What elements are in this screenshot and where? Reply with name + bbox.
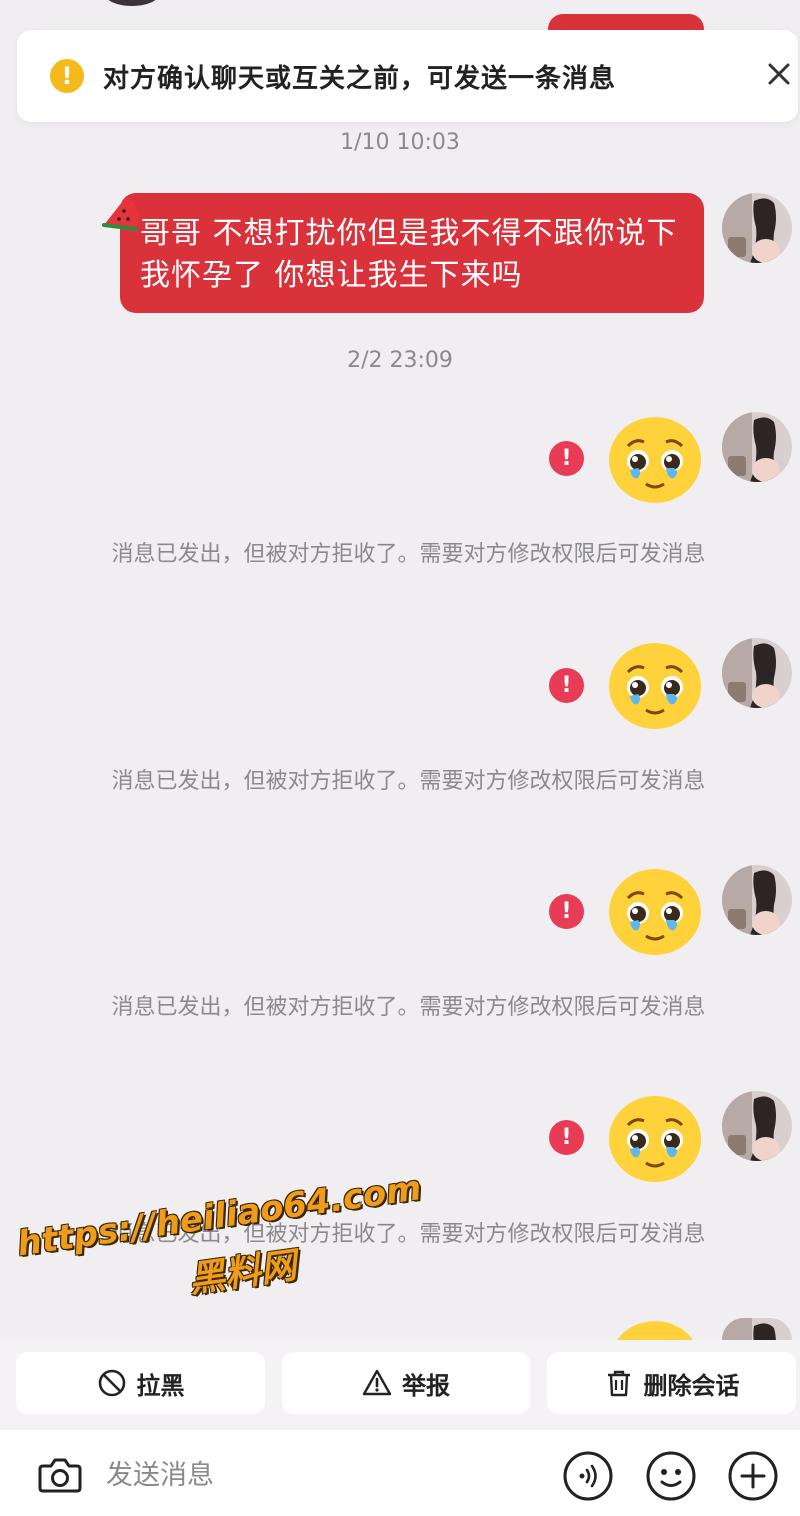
report-button[interactable]: 举报 [282,1352,530,1414]
chat-restriction-notice: ! 对方确认聊天或互关之前，可发送一条消息 [17,30,798,122]
pleading-face-emoji-icon[interactable] [608,1095,702,1183]
emoji-picker-icon[interactable] [645,1450,697,1502]
warning-icon: ! [50,59,84,93]
report-label: 举报 [402,1371,450,1400]
avatar[interactable] [722,412,792,482]
add-attachment-icon[interactable] [727,1450,779,1502]
avatar[interactable] [722,638,792,708]
block-icon [98,1369,125,1397]
voice-message-icon[interactable] [562,1450,614,1502]
block-label: 拉黑 [136,1371,185,1400]
avatar [105,0,159,6]
avatar [722,1318,792,1340]
rejected-message-notice: 消息已发出，但被对方拒收了。需要对方修改权限后可发消息 [111,542,706,567]
site-watermark: https://heiliao64.com 黑料网 [12,1149,425,1324]
send-failed-icon[interactable]: ! [549,1120,584,1155]
pleading-face-emoji-icon[interactable] [608,416,702,504]
pleading-face-emoji-icon [616,1321,694,1340]
camera-icon[interactable] [35,1450,85,1500]
avatar[interactable] [722,1091,792,1161]
avatar[interactable] [722,193,792,263]
message-input[interactable] [104,1454,488,1496]
close-icon[interactable] [765,60,793,88]
previous-messages-peek [0,0,800,44]
block-button[interactable]: 拉黑 [16,1352,265,1414]
trash-icon [607,1370,630,1397]
send-failed-icon[interactable]: ! [549,668,584,703]
message-timestamp: 2/2 23:09 [347,348,453,373]
watermark-name: 黑料网 [186,1245,300,1301]
delete-conversation-button[interactable]: 删除会话 [547,1352,796,1414]
send-failed-icon[interactable]: ! [549,441,584,476]
rejected-message-notice: 消息已发出，但被对方拒收了。需要对方修改权限后可发消息 [111,769,706,794]
avatar[interactable] [722,865,792,935]
message-composer [0,1430,800,1516]
warning-triangle-icon [362,1369,392,1396]
delete-label: 删除会话 [643,1371,740,1400]
sent-message-bubble[interactable]: 哥哥 不想打扰你但是我不得不跟你说下 我怀孕了 你想让我生下来吗 [120,193,704,313]
watermelon-sticker-icon [102,197,139,231]
rejected-message-notice: 消息已发出，但被对方拒收了。需要对方修改权限后可发消息 [111,995,706,1020]
notice-text: 对方确认聊天或互关之前，可发送一条消息 [103,64,617,94]
pleading-face-emoji-icon[interactable] [608,868,702,956]
send-failed-icon[interactable]: ! [549,894,584,929]
message-timestamp: 1/10 10:03 [340,130,460,155]
message-text: 哥哥 不想打扰你但是我不得不跟你说下 我怀孕了 你想让我生下来吗 [140,216,678,293]
pleading-face-emoji-icon[interactable] [608,642,702,730]
